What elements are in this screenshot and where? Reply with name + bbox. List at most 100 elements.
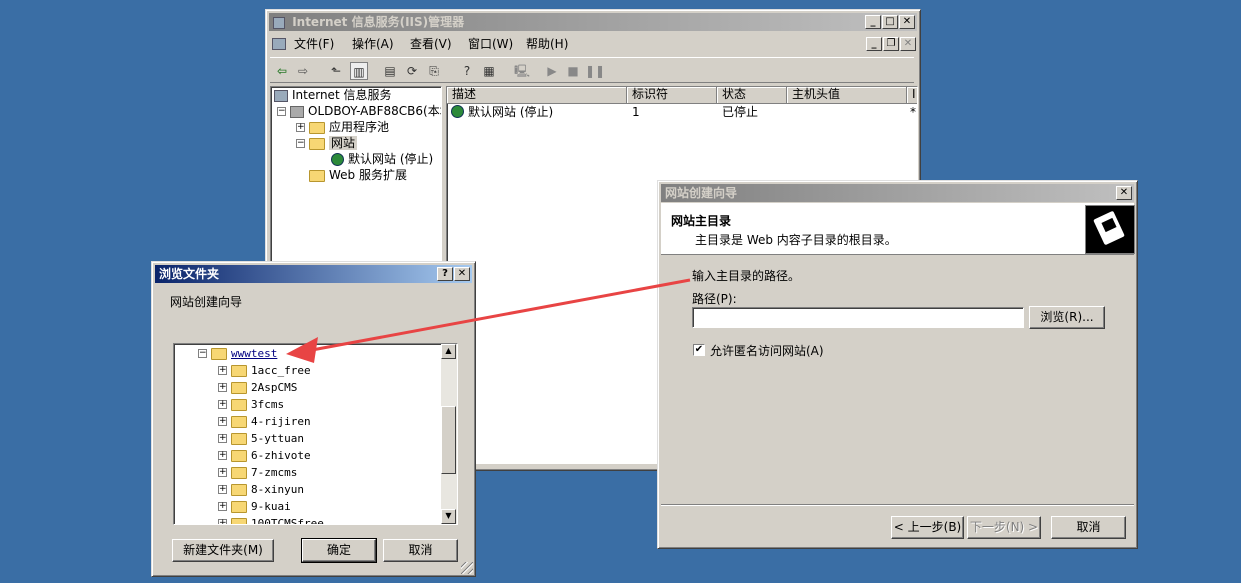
close-button[interactable]: ✕	[454, 267, 470, 281]
iis-app-icon	[273, 16, 285, 29]
col-ip[interactable]: I	[907, 87, 917, 104]
path-label: 路径(P):	[692, 292, 737, 306]
folder-list-item[interactable]: +2AspCMS	[218, 379, 297, 395]
close-button[interactable]: ✕	[899, 15, 915, 29]
folder-list-item[interactable]: +7-zmcms	[218, 464, 297, 480]
tree-default-site[interactable]: 默认网站 (停止)	[331, 151, 433, 167]
collapse-icon[interactable]: −	[198, 349, 207, 358]
properties-icon[interactable]: ▤	[381, 62, 399, 80]
expand-icon[interactable]: +	[218, 451, 227, 460]
col-host[interactable]: 主机头值	[787, 87, 907, 104]
cancel-button[interactable]: 取消	[383, 539, 458, 562]
expand-icon[interactable]: +	[218, 468, 227, 477]
scroll-down-button[interactable]: ▼	[441, 509, 456, 524]
folder-list-item[interactable]: +6-zhivote	[218, 447, 311, 463]
minimize-button[interactable]: _	[865, 15, 881, 29]
folder-open-icon	[211, 347, 227, 360]
refresh-icon[interactable]: ⟳	[403, 62, 421, 80]
collapse-icon[interactable]: −	[277, 107, 286, 116]
resize-grip[interactable]	[461, 562, 473, 574]
anon-label[interactable]: 允许匿名访问网站(A)	[710, 342, 824, 359]
website-stopped-icon	[331, 153, 344, 166]
expand-icon[interactable]: +	[218, 400, 227, 409]
child-minimize-button[interactable]: _	[866, 37, 882, 51]
vertical-scrollbar[interactable]: ▲ ▼	[441, 344, 457, 524]
browse-title: 浏览文件夹	[159, 267, 220, 281]
folder-icon	[309, 169, 325, 182]
cell-id: 1	[632, 105, 640, 119]
help-icon[interactable]: ?	[458, 62, 476, 80]
help-button[interactable]: ?	[437, 267, 453, 281]
col-desc[interactable]: 描述	[447, 87, 627, 104]
child-restore-button[interactable]: ❐	[883, 37, 899, 51]
path-prompt: 输入主目录的路径。	[692, 269, 801, 283]
computer-icon[interactable]: 🖳	[513, 62, 531, 80]
next-button[interactable]: 下一步(N) >	[967, 516, 1041, 539]
tree-web-ext[interactable]: Web 服务扩展	[309, 167, 407, 183]
tree-root-folder[interactable]: − wwwtest	[198, 345, 277, 361]
expand-icon[interactable]: +	[218, 434, 227, 443]
menu-help[interactable]: 帮助(H)	[526, 35, 568, 53]
maximize-button[interactable]: □	[882, 15, 898, 29]
folder-name: 1acc_free	[251, 364, 311, 377]
folder-list-item[interactable]: +8-xinyun	[218, 481, 304, 497]
expand-icon[interactable]: +	[218, 383, 227, 392]
folder-list-item[interactable]: +5-yttuan	[218, 430, 304, 446]
expand-icon[interactable]: +	[218, 519, 227, 524]
iis-root-icon	[274, 89, 288, 102]
forward-icon[interactable]: ⇨	[294, 62, 312, 80]
scroll-thumb[interactable]	[441, 406, 456, 474]
expand-icon[interactable]: +	[296, 123, 305, 132]
menu-file[interactable]: 文件(F)	[294, 35, 334, 53]
tree-root[interactable]: Internet 信息服务	[274, 87, 391, 103]
col-id[interactable]: 标识符	[627, 87, 717, 104]
child-close-button[interactable]: ✕	[900, 37, 916, 51]
path-input[interactable]	[692, 307, 1024, 328]
console-icon	[272, 38, 286, 50]
iis-titlebar[interactable]: Internet 信息服务(IIS)管理器 _ □ ✕	[269, 13, 917, 31]
action-pane-icon[interactable]: ▦	[480, 62, 498, 80]
expand-icon[interactable]: +	[218, 366, 227, 375]
pause-icon[interactable]: ❚❚	[585, 62, 605, 80]
folder-tree[interactable]: − wwwtest +1acc_free +2AspCMS +3fcms +4-riji…	[173, 343, 458, 525]
tree-app-pools[interactable]: + 应用程序池	[296, 119, 389, 135]
folder-name: 9-kuai	[251, 500, 291, 513]
up-folder-icon[interactable]: ⬑	[327, 62, 345, 80]
expand-icon[interactable]: +	[218, 417, 227, 426]
tree-websites[interactable]: − 网站	[296, 135, 358, 151]
folder-list-item[interactable]: +100TCMSfree	[218, 515, 324, 524]
folder-list-item[interactable]: +3fcms	[218, 396, 284, 412]
start-icon[interactable]: ▶	[543, 62, 561, 80]
close-button[interactable]: ✕	[1116, 186, 1132, 200]
show-tree-icon[interactable]: ▥	[350, 62, 368, 80]
toolbar: ⇦ ⇨ ⬑ ▥ ▤ ⟳ ⎘ ? ▦ 🖳 ▶ ■ ❚❚	[270, 57, 914, 83]
folder-list-item[interactable]: +4-rijiren	[218, 413, 311, 429]
menu-view[interactable]: 查看(V)	[410, 35, 452, 53]
wizard-titlebar[interactable]: 网站创建向导 ✕	[661, 184, 1134, 202]
new-folder-button[interactable]: 新建文件夹(M)	[172, 539, 274, 562]
folder-name: 6-zhivote	[251, 449, 311, 462]
folder-icon	[309, 121, 325, 134]
export-list-icon[interactable]: ⎘	[425, 62, 443, 80]
cancel-button[interactable]: 取消	[1051, 516, 1126, 539]
back-icon[interactable]: ⇦	[273, 62, 291, 80]
browse-titlebar[interactable]: 浏览文件夹 ? ✕	[155, 265, 472, 283]
expand-icon[interactable]: +	[218, 485, 227, 494]
scroll-up-button[interactable]: ▲	[441, 344, 456, 359]
stop-icon[interactable]: ■	[564, 62, 582, 80]
folder-icon	[231, 415, 247, 428]
menu-action[interactable]: 操作(A)	[352, 35, 394, 53]
folder-list-item[interactable]: +9-kuai	[218, 498, 291, 514]
tree-server[interactable]: −OLDBOY-ABF88CB6(本地计	[277, 103, 441, 119]
cell-desc: 默认网站 (停止)	[468, 105, 554, 119]
browse-button[interactable]: 浏览(R)...	[1029, 306, 1105, 329]
folder-list-item[interactable]: +1acc_free	[218, 362, 311, 378]
collapse-icon[interactable]: −	[296, 139, 305, 148]
folder-icon	[231, 466, 247, 479]
expand-icon[interactable]: +	[218, 502, 227, 511]
back-button[interactable]: < 上一步(B)	[891, 516, 964, 539]
ok-button[interactable]: 确定	[301, 538, 377, 563]
col-status[interactable]: 状态	[717, 87, 787, 104]
menu-window[interactable]: 窗口(W)	[468, 35, 513, 53]
anon-checkbox[interactable]: ✔	[693, 344, 705, 356]
